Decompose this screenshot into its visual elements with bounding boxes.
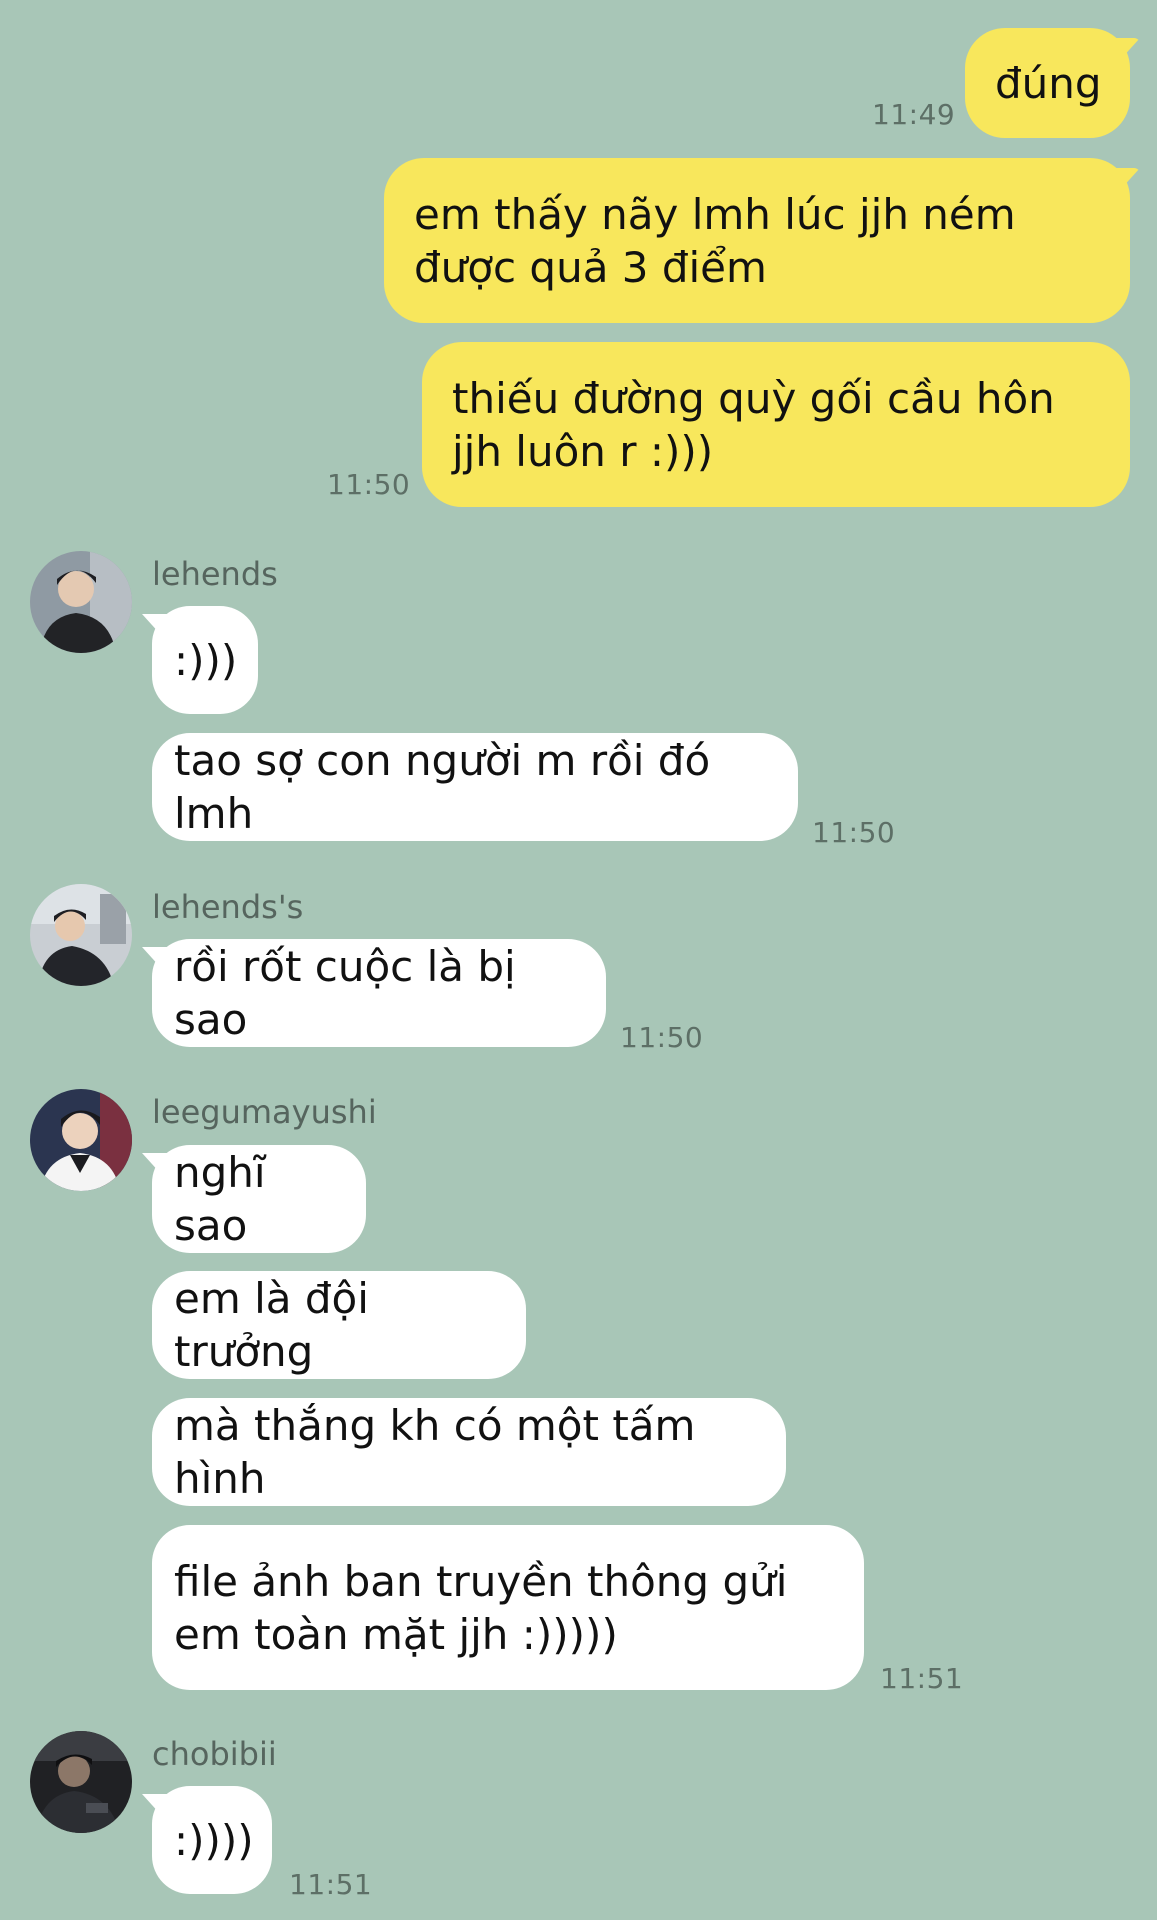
incoming-message-bubble[interactable]: nghĩ sao — [152, 1145, 366, 1253]
message-timestamp: 11:49 — [872, 98, 956, 131]
outgoing-message-bubble[interactable]: em thấy nãy lmh lúc jjh ném được quả 3 đ… — [384, 158, 1130, 323]
message-text: nghĩ sao — [174, 1148, 279, 1250]
message-text: thiếu đường quỳ gối cầu hôn jjh luôn r :… — [452, 373, 1069, 476]
profile-photo-icon — [30, 1731, 132, 1833]
incoming-message-bubble[interactable]: tao sợ con người m rồi đó lmh — [152, 733, 798, 841]
message-text: file ảnh ban truyền thông gửi em toàn mặ… — [174, 1556, 801, 1659]
message-text: :))) — [174, 635, 238, 685]
outgoing-message-bubble[interactable]: thiếu đường quỳ gối cầu hôn jjh luôn r :… — [422, 342, 1130, 507]
message-timestamp: 11:50 — [327, 468, 411, 501]
message-text: :)))) — [174, 1815, 254, 1865]
message-text: em thấy nãy lmh lúc jjh ném được quả 3 đ… — [414, 189, 1030, 292]
avatar-chobibii[interactable] — [30, 1731, 132, 1833]
profile-photo-icon — [30, 1089, 132, 1191]
avatar-lehends[interactable] — [30, 551, 132, 653]
message-timestamp: 11:50 — [812, 816, 896, 849]
message-text: rồi rốt cuộc là bị sao — [174, 942, 530, 1044]
message-text: mà thắng kh có một tấm hình — [174, 1401, 709, 1503]
incoming-message-bubble[interactable]: em là đội trưởng — [152, 1271, 526, 1379]
sender-name: lehends — [152, 555, 278, 593]
incoming-message-bubble[interactable]: :))) — [152, 606, 258, 714]
message-timestamp: 11:50 — [620, 1021, 704, 1054]
sender-name: leegumayushi — [152, 1093, 377, 1131]
message-text: đúng — [995, 58, 1102, 108]
incoming-message-bubble[interactable]: file ảnh ban truyền thông gửi em toàn mặ… — [152, 1525, 864, 1690]
avatar-lehends-s[interactable] — [30, 884, 132, 986]
profile-photo-icon — [30, 884, 132, 986]
message-timestamp: 11:51 — [289, 1868, 373, 1901]
sender-name: lehends's — [152, 888, 304, 926]
profile-photo-icon — [30, 551, 132, 653]
message-text: em là đội trưởng — [174, 1274, 383, 1376]
avatar-leegumayushi[interactable] — [30, 1089, 132, 1191]
message-text: tao sợ con người m rồi đó lmh — [174, 736, 724, 838]
incoming-message-bubble[interactable]: rồi rốt cuộc là bị sao — [152, 939, 606, 1047]
incoming-message-bubble[interactable]: :)))) — [152, 1786, 272, 1894]
message-timestamp: 11:51 — [880, 1662, 964, 1695]
incoming-message-bubble[interactable]: mà thắng kh có một tấm hình — [152, 1398, 786, 1506]
sender-name: chobibii — [152, 1735, 277, 1773]
outgoing-message-bubble[interactable]: đúng — [965, 28, 1130, 138]
